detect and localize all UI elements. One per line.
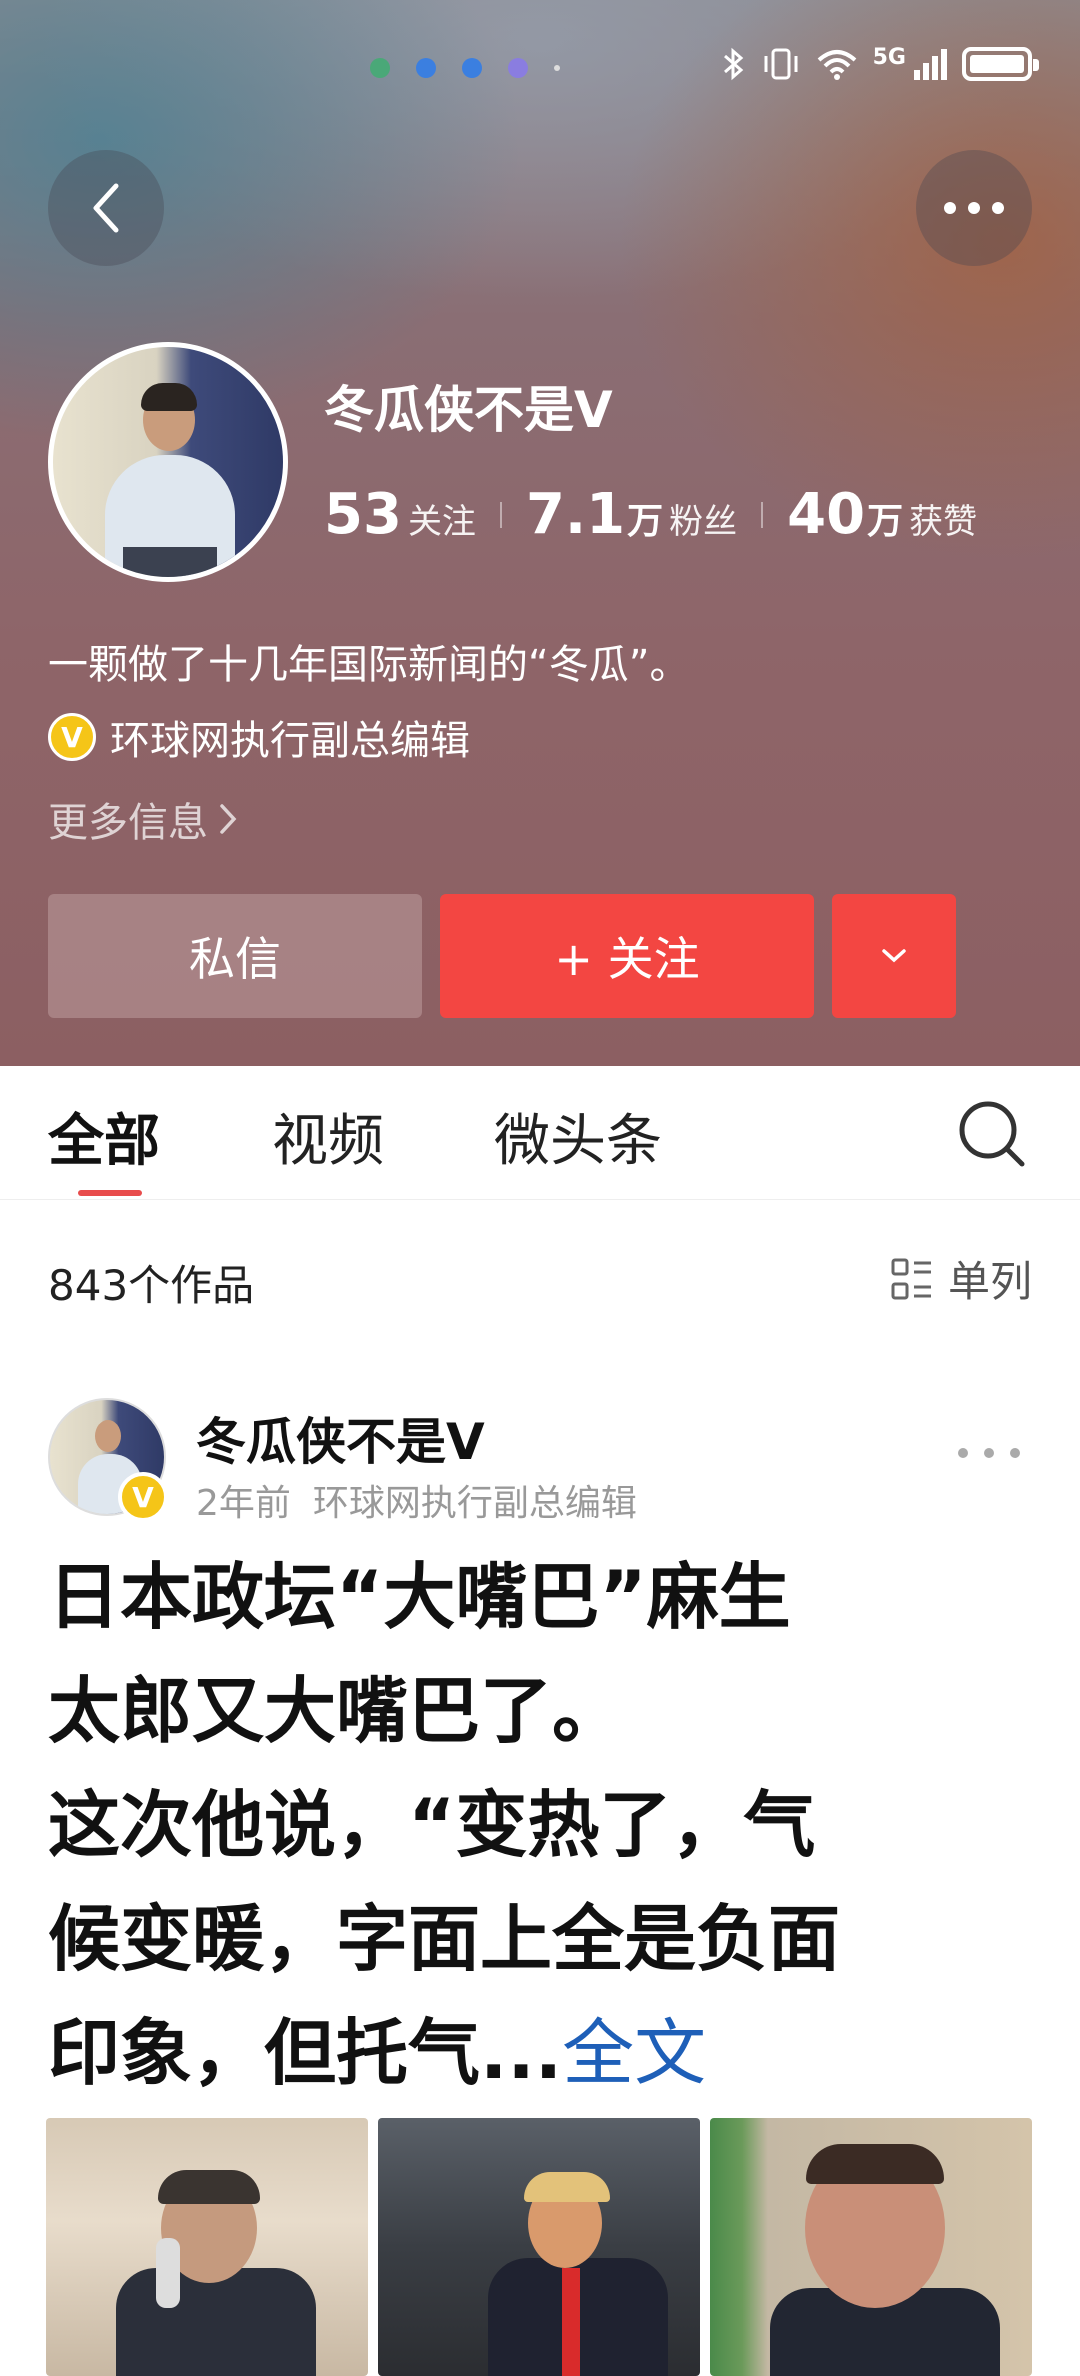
post-image[interactable] (710, 2118, 1032, 2376)
avatar-person-hair (141, 383, 197, 411)
post-text-line: 印象，但托气... (48, 2011, 563, 2095)
post-image[interactable] (46, 2118, 368, 2376)
full-text-link[interactable]: 全文 (562, 2011, 706, 2095)
post-author-name[interactable]: 冬瓜侠不是V (196, 1402, 485, 1474)
status-icons: 5G (721, 44, 1039, 82)
following-count: 53 (324, 482, 402, 547)
followers-count: 7.1 (525, 482, 626, 547)
notification-dots (370, 58, 560, 78)
layout-label: 单列 (947, 1257, 1032, 1306)
list-layout-icon (891, 1258, 931, 1299)
likes-unit: 万 (867, 501, 904, 542)
chevron-left-icon (93, 183, 119, 233)
wifi-icon (817, 50, 856, 80)
signal-icon (914, 49, 947, 80)
notification-dot (508, 58, 528, 78)
bluetooth-icon (723, 47, 743, 81)
active-tab-indicator (78, 1190, 142, 1196)
more-info-label: 更多信息 (48, 800, 208, 846)
notification-dot (416, 58, 436, 78)
following-label: 关注 (407, 502, 476, 542)
verified-badge-icon: V (48, 713, 96, 761)
profile-name: 冬瓜侠不是V (324, 381, 613, 439)
vibrate-icon (764, 48, 798, 80)
more-dots-icon (944, 202, 1004, 214)
more-options-button[interactable] (916, 150, 1032, 266)
post-image[interactable] (378, 2118, 700, 2376)
tab-micro-headlines[interactable]: 微头条 (494, 1096, 662, 1177)
layout-toggle[interactable]: 单列 (890, 1248, 1032, 1309)
post-text-line: 太郎又大嘴巴了。 (48, 1669, 625, 1753)
more-info-link[interactable]: 更多信息 (48, 790, 238, 848)
follow-button[interactable]: + 关注 (440, 894, 814, 1018)
battery-icon (962, 47, 1039, 81)
post-body[interactable]: 日本政坛“大嘴巴”麻生 太郎又大嘴巴了。 这次他说，“变热了，气 候变暖，字面上… (48, 1540, 1048, 2110)
notification-dot (554, 65, 560, 71)
verification-text: 环球网执行副总编辑 (110, 718, 470, 764)
network-type: 5G (872, 44, 906, 70)
stat-divider (761, 501, 764, 528)
followers-unit: 万 (627, 501, 664, 542)
works-count: 843个作品 (48, 1261, 255, 1310)
post-author-title: 环球网执行副总编辑 (312, 1483, 637, 1524)
profile-bio: 一颗做了十几年国际新闻的“冬瓜”。 (48, 642, 690, 688)
stat-divider (499, 501, 502, 528)
tab-all[interactable]: 全部 (48, 1096, 160, 1177)
chevron-right-icon (220, 804, 237, 834)
post-text-line: 日本政坛“大嘴巴”麻生 (48, 1555, 791, 1639)
likes-label: 获赞 (909, 502, 978, 542)
post-more-options-icon[interactable] (958, 1448, 1020, 1458)
chevron-down-icon (882, 949, 906, 963)
profile-avatar[interactable] (48, 342, 288, 582)
stat-likes[interactable]: 40 万 获赞 (787, 482, 977, 547)
recommend-dropdown-button[interactable] (832, 894, 956, 1018)
notification-dot (462, 58, 482, 78)
profile-stats: 53 关注 7.1 万 粉丝 40 万 获赞 (324, 482, 977, 547)
avatar-person-pants (123, 547, 217, 577)
notification-dot (370, 58, 390, 78)
message-button[interactable]: 私信 (48, 894, 422, 1018)
post-text-last-line: 印象，但托气...全文 (48, 1996, 1048, 2110)
post-meta: 2年前 环球网执行副总编辑 (196, 1474, 637, 1526)
status-bar: 5G (0, 0, 1080, 130)
tab-video[interactable]: 视频 (272, 1096, 384, 1177)
post-time: 2年前 (196, 1483, 291, 1524)
post-text-line: 这次他说，“变热了，气 (48, 1783, 816, 1867)
search-icon[interactable] (952, 1094, 1032, 1174)
back-button[interactable] (48, 150, 164, 266)
post-image-grid (46, 2118, 1032, 2376)
stat-following[interactable]: 53 关注 (324, 482, 476, 547)
profile-header: 5G 冬瓜侠不是V 53 关注 7.1 万 粉丝 40 万 获赞 一颗做了十几年… (0, 0, 1080, 1066)
post-verified-badge-icon: V (118, 1472, 168, 1522)
content-tabs: 全部 视频 微头条 (0, 1066, 1080, 1200)
post-text-line: 候变暖，字面上全是负面 (48, 1897, 841, 1981)
stat-followers[interactable]: 7.1 万 粉丝 (526, 482, 737, 547)
likes-count: 40 (787, 482, 866, 547)
verification-row: V 环球网执行副总编辑 (48, 708, 470, 766)
followers-label: 粉丝 (669, 502, 738, 542)
